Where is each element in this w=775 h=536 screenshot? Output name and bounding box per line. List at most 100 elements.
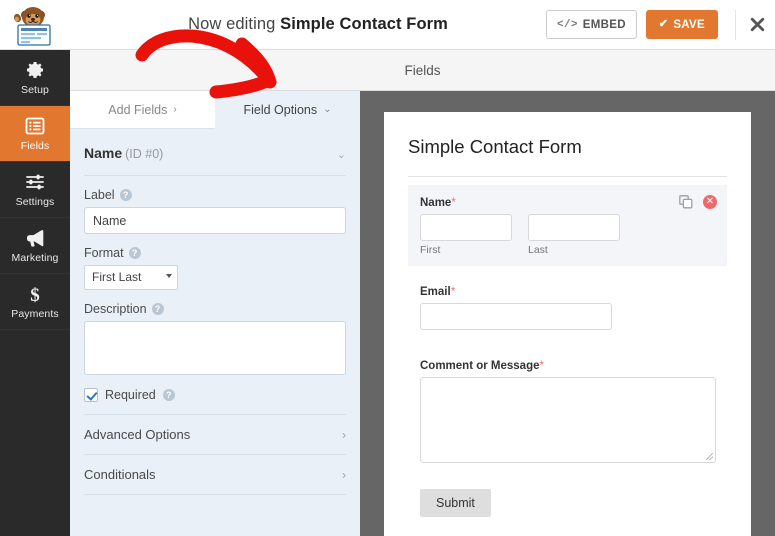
- sidebar-item-fields[interactable]: Fields: [0, 106, 70, 162]
- preview-label-text: Email: [420, 286, 451, 298]
- chevron-right-icon: ›: [342, 427, 346, 442]
- help-icon[interactable]: ?: [119, 189, 132, 201]
- sidebar-item-marketing[interactable]: Marketing: [0, 218, 70, 274]
- description-textarea[interactable]: [84, 321, 346, 375]
- preview-first-name-input[interactable]: [420, 214, 512, 241]
- form-name: Simple Contact Form: [280, 15, 448, 33]
- required-asterisk: *: [539, 360, 544, 372]
- advanced-options-row[interactable]: Advanced Options ›: [84, 415, 346, 455]
- panel-body: Name(ID #0) ⌄ Label ? Format ? First Las…: [70, 129, 360, 495]
- preview-field-name[interactable]: Name* First Last ✕: [408, 185, 727, 266]
- list-icon: [25, 116, 45, 136]
- embed-button[interactable]: </> EMBED: [546, 10, 637, 39]
- sidebar-item-payments[interactable]: $ Payments: [0, 274, 70, 330]
- sliders-icon: [25, 172, 45, 192]
- sidebar-item-settings-label: Settings: [15, 195, 55, 208]
- sidebar-item-setup[interactable]: Setup: [0, 50, 70, 106]
- wpforms-form-builder: Now editing Simple Contact Form </> EMBE…: [0, 0, 775, 536]
- topbar-actions: </> EMBED ✔ SAVE: [546, 9, 775, 40]
- gear-icon: [25, 60, 45, 80]
- format-option-text: Format: [84, 246, 124, 260]
- chevron-right-icon: ›: [342, 467, 346, 482]
- preview-field-message-label: Comment or Message*: [420, 360, 715, 372]
- field-id: (ID #0): [125, 147, 164, 161]
- check-icon: ✔: [658, 18, 669, 30]
- help-icon[interactable]: ?: [162, 389, 175, 401]
- top-bar: Now editing Simple Contact Form </> EMBE…: [0, 0, 775, 50]
- tab-field-options[interactable]: Field Options ⌄: [215, 91, 360, 129]
- megaphone-icon: [25, 228, 46, 248]
- format-option-label: Format ?: [84, 246, 346, 260]
- embed-button-label: EMBED: [582, 18, 626, 31]
- help-icon[interactable]: ?: [128, 247, 141, 259]
- wpforms-logo: [0, 0, 70, 50]
- preview-first-sublabel: First: [420, 244, 441, 256]
- svg-text:$: $: [30, 285, 40, 304]
- advanced-options-label: Advanced Options: [84, 427, 191, 442]
- save-button[interactable]: ✔ SAVE: [645, 10, 718, 39]
- tab-add-fields-label: Add Fields: [108, 102, 168, 117]
- label-input[interactable]: [84, 207, 346, 234]
- panel-tabs: Add Fields › Field Options ⌄: [70, 91, 360, 129]
- sidebar-item-settings[interactable]: Settings: [0, 162, 70, 218]
- label-option-label: Label ?: [84, 188, 346, 202]
- fields-header-bar: Fields: [70, 50, 775, 91]
- title-prefix: Now editing: [188, 15, 276, 33]
- code-icon: </>: [557, 18, 578, 31]
- tab-field-options-label: Field Options: [243, 102, 318, 117]
- form-preview-inner: Simple Contact Form Name* First Last ✕ E…: [384, 112, 751, 517]
- label-option-text: Label: [84, 188, 115, 202]
- sidebar-item-setup-label: Setup: [21, 83, 49, 96]
- format-select-wrap: First Last: [84, 265, 178, 290]
- preview-message-textarea[interactable]: [420, 377, 716, 463]
- chevron-down-icon: ⌄: [323, 104, 332, 115]
- save-button-label: SAVE: [673, 18, 705, 31]
- duplicate-icon[interactable]: [679, 195, 693, 209]
- preview-field-email[interactable]: Email*: [408, 274, 727, 340]
- chevron-right-icon: ›: [173, 104, 177, 115]
- required-checkbox[interactable]: [84, 388, 98, 402]
- form-preview-area: Simple Contact Form Name* First Last ✕ E…: [360, 91, 775, 536]
- sidebar-item-payments-label: Payments: [11, 307, 59, 320]
- page-title: Now editing Simple Contact Form: [70, 15, 546, 34]
- description-option-label: Description ?: [84, 302, 346, 316]
- field-name: Name: [84, 145, 123, 161]
- field-header-row[interactable]: Name (ID #0) ⌄: [84, 129, 346, 176]
- chevron-down-icon: ⌄: [336, 148, 346, 161]
- format-select[interactable]: First Last: [84, 265, 178, 290]
- preview-form-title: Simple Contact Form: [408, 136, 727, 177]
- dollar-icon: $: [25, 284, 45, 304]
- preview-name-inputs: First Last: [420, 214, 715, 256]
- field-options-panel: Add Fields › Field Options ⌄ Name (ID #0)…: [70, 91, 360, 536]
- delete-icon[interactable]: ✕: [703, 195, 717, 209]
- submit-button[interactable]: Submit: [420, 489, 491, 517]
- required-option-label: Required: [105, 388, 156, 402]
- field-header-text: Name (ID #0): [84, 145, 163, 163]
- required-asterisk: *: [450, 286, 456, 298]
- conditionals-row[interactable]: Conditionals ›: [84, 455, 346, 495]
- description-option-group: Description ?: [84, 290, 346, 375]
- tab-add-fields[interactable]: Add Fields ›: [70, 91, 215, 129]
- mascot-icon: [13, 6, 51, 46]
- required-asterisk: *: [451, 197, 456, 209]
- preview-label-text: Name: [420, 197, 452, 209]
- preview-field-message[interactable]: Comment or Message*: [408, 348, 727, 473]
- description-option-text: Description: [84, 302, 147, 316]
- close-button[interactable]: [735, 9, 765, 40]
- form-preview-card: Simple Contact Form Name* First Last ✕ E…: [384, 112, 751, 536]
- conditionals-label: Conditionals: [84, 467, 156, 482]
- label-option-group: Label ?: [84, 176, 346, 234]
- preview-submit-wrap: Submit: [408, 473, 727, 517]
- preview-email-input[interactable]: [420, 303, 612, 330]
- left-sidebar: Setup Fields Settings Marketing $ Paymen…: [0, 50, 70, 536]
- fields-header-title: Fields: [404, 62, 441, 78]
- preview-field-actions: ✕: [679, 195, 717, 209]
- preview-last-name-input[interactable]: [528, 214, 620, 241]
- close-icon: [750, 17, 765, 32]
- preview-label-text: Comment or Message: [420, 360, 540, 372]
- preview-field-email-label: Email*: [420, 286, 715, 298]
- required-option-row: Required ?: [84, 375, 346, 415]
- sidebar-item-fields-label: Fields: [20, 139, 50, 152]
- help-icon[interactable]: ?: [151, 303, 164, 315]
- preview-first-name-col: First: [420, 214, 512, 256]
